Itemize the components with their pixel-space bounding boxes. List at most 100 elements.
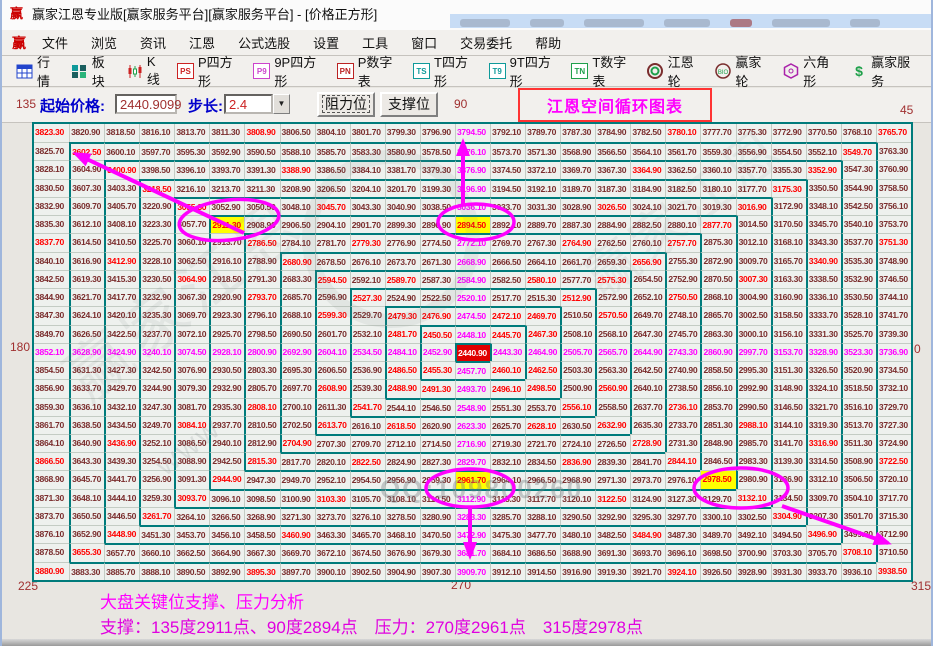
grid-cell: 2918.50: [209, 270, 244, 288]
grid-cell: 3374.50: [490, 160, 525, 178]
grid-cell: 3518.50: [841, 379, 876, 397]
grid-cell: 2940.10: [209, 434, 244, 452]
grid-cell: 3098.50: [244, 489, 279, 507]
menu-item-交易委托[interactable]: 交易委托: [456, 31, 516, 54]
grid-cell: 2796.10: [244, 306, 279, 324]
grid-cell: 3792.10: [490, 124, 525, 142]
grid-cell: 2632.90: [595, 416, 630, 434]
toolbar-button-P数字表[interactable]: PNP数字表: [337, 52, 404, 90]
grid-cell: 2856.10: [700, 379, 735, 397]
grid-cell: 2944.90: [209, 470, 244, 488]
grid-cell: 3710.50: [876, 543, 911, 561]
toolbar-button-9T四方形[interactable]: T99T四方形: [489, 52, 563, 90]
grid-cell: 3043.30: [350, 197, 385, 215]
grid-cell: 3758.50: [876, 179, 911, 197]
toolbar-button-T四方形[interactable]: TST四方形: [413, 52, 480, 90]
grid-cell: 3031.30: [525, 197, 560, 215]
support-button[interactable]: 支撑位: [380, 92, 438, 117]
grid-cell: 2930.50: [209, 361, 244, 379]
grid-cell: 3357.70: [736, 160, 771, 178]
grid-cell: 2752.90: [665, 270, 700, 288]
grid-cell: 3830.50: [34, 179, 69, 197]
grid-cell: 2923.30: [209, 306, 244, 324]
grid-cell: 3309.70: [806, 489, 841, 507]
grid-cell: 3460.90: [280, 525, 315, 543]
toolbar-button-赢家轮[interactable]: BIO赢家轮: [715, 52, 774, 90]
menu-item-资讯[interactable]: 资讯: [136, 31, 170, 54]
toolbar-button-P四方形[interactable]: PSP四方形: [177, 52, 244, 90]
grid-cell: 3564.10: [630, 142, 665, 160]
grid-cell: 3537.70: [841, 233, 876, 251]
grid-cell: 3782.50: [630, 124, 665, 142]
grid-cell: 3883.30: [69, 562, 104, 580]
grid-cell: 3614.50: [69, 233, 104, 251]
grid-cell: 3686.50: [525, 543, 560, 561]
grid-cell: 3393.70: [209, 160, 244, 178]
grid-cell: 3062.50: [174, 252, 209, 270]
grid-cell: 3172.90: [771, 197, 806, 215]
grid-cell: 3571.30: [525, 142, 560, 160]
grid-cell: 2851.30: [700, 416, 735, 434]
grid-cell: 2925.70: [209, 325, 244, 343]
grid-cell: 3295.30: [630, 507, 665, 525]
window-title: 赢家江恩专业版[赢家服务平台][赢家服务平台] - [价格正方形]: [32, 4, 377, 23]
grid-cell: 3842.50: [34, 270, 69, 288]
P数字表-icon: PN: [337, 63, 354, 79]
grid-cell: 3924.10: [665, 562, 700, 580]
grid-cell: 2620.90: [420, 416, 455, 434]
grid-cell: 2486.50: [385, 361, 420, 379]
toolbar-button-板块[interactable]: 板块: [71, 52, 117, 90]
step-value[interactable]: 2.4: [224, 94, 273, 114]
grid-cell: 3064.90: [174, 270, 209, 288]
grid-cell: 3636.10: [69, 398, 104, 416]
grid-cell: 3631.30: [69, 361, 104, 379]
start-price-input[interactable]: 2440.9099: [115, 94, 177, 114]
9P四方形-icon: P9: [253, 63, 270, 79]
toolbar-button-行情[interactable]: 行情: [16, 52, 62, 90]
menu-item-浏览[interactable]: 浏览: [87, 31, 121, 54]
toolbar-button-赢家服务[interactable]: $赢家服务: [850, 52, 922, 90]
grid-cell: 3338.50: [806, 270, 841, 288]
grid-cell: 3696.10: [665, 543, 700, 561]
menu-item-公式选股[interactable]: 公式选股: [234, 31, 294, 54]
grid-cell: 3520.90: [841, 361, 876, 379]
toolbar-button-T数字表[interactable]: TNT数字表: [571, 52, 638, 90]
grid-cell: 2544.10: [385, 398, 420, 416]
grid-cell: 3009.70: [736, 252, 771, 270]
grid-cell: 3256.90: [139, 470, 174, 488]
grid-cell: 3753.70: [876, 215, 911, 233]
grid-cell: 2640.10: [630, 379, 665, 397]
grid-cell: 3484.90: [630, 525, 665, 543]
grid-cell: 2484.10: [385, 343, 420, 361]
grid-cell: 3400.90: [104, 160, 139, 178]
grid-cell: 2889.70: [525, 215, 560, 233]
grid-cell: 3588.10: [280, 142, 315, 160]
menu-item-窗口[interactable]: 窗口: [407, 31, 441, 54]
menu-item-文件[interactable]: 文件: [38, 31, 72, 54]
resistance-button[interactable]: 阻力位: [317, 92, 375, 117]
menu-item-江恩[interactable]: 江恩: [185, 31, 219, 54]
menu-item-工具[interactable]: 工具: [358, 31, 392, 54]
combo-dropdown-icon[interactable]: ▼: [273, 94, 290, 114]
grid-cell: 2884.90: [595, 215, 630, 233]
step-combobox[interactable]: 2.4 ▼: [224, 94, 290, 114]
grid-cell: 3014.50: [736, 215, 771, 233]
grid-cell: 3228.10: [139, 252, 174, 270]
menu-item-设置[interactable]: 设置: [309, 31, 343, 54]
grid-cell: 3369.70: [560, 160, 595, 178]
grid-cell: 2512.90: [560, 288, 595, 306]
grid-cell: 3429.70: [104, 379, 139, 397]
toolbar-button-K线[interactable]: K线: [126, 54, 168, 88]
grid-cell: 3271.30: [280, 507, 315, 525]
toolbar-button-江恩轮[interactable]: 江恩轮: [647, 52, 706, 90]
grid-cell: 3160.90: [771, 288, 806, 306]
grid-cell: 2714.50: [420, 434, 455, 452]
menu-item-帮助[interactable]: 帮助: [531, 31, 565, 54]
grid-cell: 3201.70: [385, 179, 420, 197]
background-window-band: [450, 14, 933, 28]
toolbar-button-9P四方形[interactable]: P99P四方形: [253, 52, 327, 90]
grid-cell: 2541.70: [350, 398, 385, 416]
toolbar-button-六角形[interactable]: 六角形: [783, 52, 842, 90]
grid-cell: 3391.30: [244, 160, 279, 178]
grid-cell: 3340.90: [806, 252, 841, 270]
